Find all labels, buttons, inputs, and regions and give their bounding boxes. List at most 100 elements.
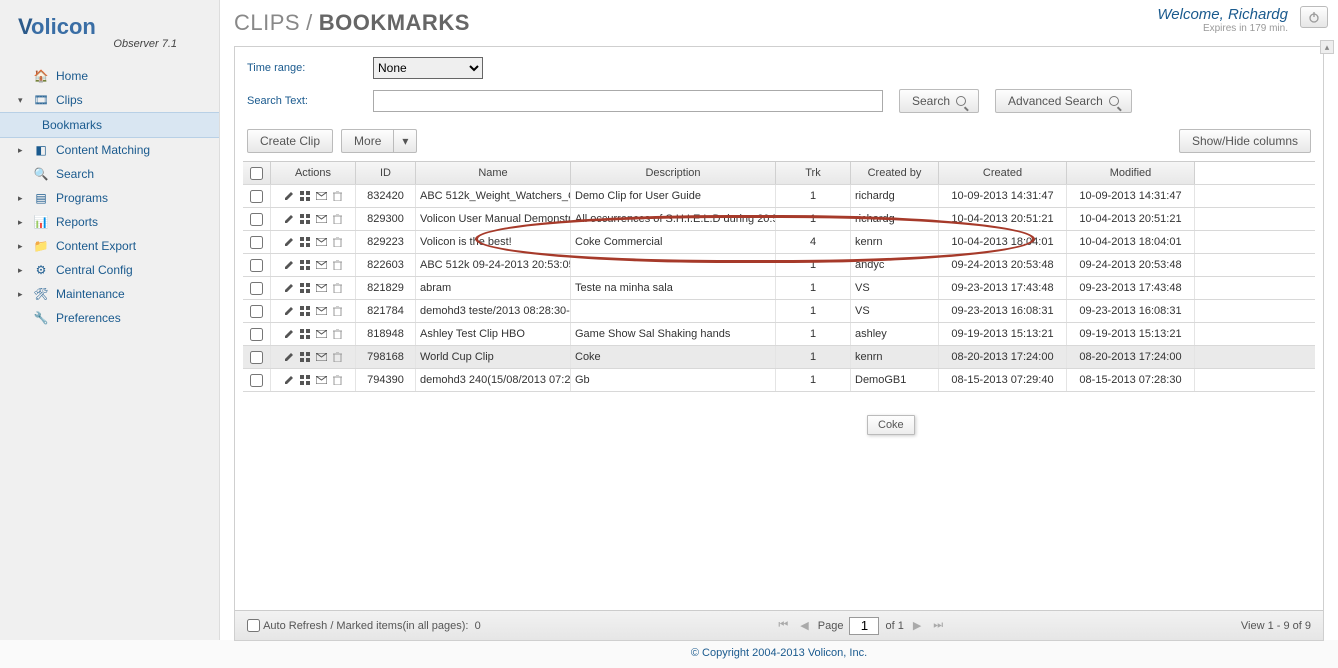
select-all-checkbox[interactable]: [250, 167, 263, 180]
time-range-select[interactable]: None: [373, 57, 483, 79]
col-modified[interactable]: Modified: [1067, 162, 1195, 184]
col-created[interactable]: Created: [939, 162, 1067, 184]
mail-icon[interactable]: [315, 374, 327, 386]
filter-bar: Time range: None Search Text: Search Adv…: [235, 47, 1323, 123]
row-created: 08-15-2013 07:29:40: [939, 369, 1067, 391]
mail-icon[interactable]: [315, 305, 327, 317]
table-row[interactable]: 829300 Volicon User Manual Demonstration…: [243, 208, 1315, 231]
row-checkbox[interactable]: [250, 351, 263, 364]
create-clip-button[interactable]: Create Clip: [247, 129, 333, 153]
sidebar-item-search[interactable]: 🔍Search: [0, 162, 219, 186]
trash-icon[interactable]: [331, 351, 343, 363]
row-checkbox[interactable]: [250, 190, 263, 203]
row-checkbox[interactable]: [250, 328, 263, 341]
grid-icon[interactable]: [299, 259, 311, 271]
table-row[interactable]: 829223 Volicon is the best! Coke Commerc…: [243, 231, 1315, 254]
grid-icon[interactable]: [299, 351, 311, 363]
prev-page-button[interactable]: ◀: [797, 619, 811, 632]
chevron-down-icon[interactable]: ▾: [393, 129, 417, 153]
mail-icon[interactable]: [315, 282, 327, 294]
search-text-input[interactable]: [373, 90, 883, 112]
trash-icon[interactable]: [331, 282, 343, 294]
sidebar-item-reports[interactable]: ▸📊Reports: [0, 210, 219, 234]
grid-icon[interactable]: [299, 282, 311, 294]
edit-icon[interactable]: [283, 351, 295, 363]
col-by[interactable]: Created by: [851, 162, 939, 184]
row-actions: [271, 231, 356, 253]
edit-icon[interactable]: [283, 259, 295, 271]
auto-refresh-checkbox[interactable]: [247, 619, 260, 632]
row-checkbox[interactable]: [250, 305, 263, 318]
edit-icon[interactable]: [283, 282, 295, 294]
edit-icon[interactable]: [283, 305, 295, 317]
search-button[interactable]: Search: [899, 89, 979, 113]
mail-icon[interactable]: [315, 328, 327, 340]
row-checkbox[interactable]: [250, 282, 263, 295]
table-row[interactable]: 821784 demohd3 teste/2013 08:28:30-1 1 V…: [243, 300, 1315, 323]
edit-icon[interactable]: [283, 374, 295, 386]
table-row[interactable]: 818948 Ashley Test Clip HBO Game Show Sa…: [243, 323, 1315, 346]
trash-icon[interactable]: [331, 305, 343, 317]
col-actions[interactable]: Actions: [271, 162, 356, 184]
trash-icon[interactable]: [331, 328, 343, 340]
show-hide-columns-button[interactable]: Show/Hide columns: [1179, 129, 1311, 153]
sidebar-item-content-export[interactable]: ▸📁Content Export: [0, 234, 219, 258]
more-button[interactable]: More ▾: [341, 129, 417, 153]
grid-icon[interactable]: [299, 305, 311, 317]
nav: 🏠Home▾🎞ClipsBookmarks▸◧Content Matching🔍…: [0, 64, 219, 330]
sidebar-item-content-matching[interactable]: ▸◧Content Matching: [0, 138, 219, 162]
sidebar-item-maintenance[interactable]: ▸🛠Maintenance: [0, 282, 219, 306]
grid-icon[interactable]: [299, 190, 311, 202]
row-checkbox[interactable]: [250, 236, 263, 249]
scroll-up-icon[interactable]: ▴: [1320, 40, 1334, 54]
scrollbar[interactable]: ▴: [1320, 40, 1336, 590]
table-row[interactable]: 821829 abram Teste na minha sala 1 VS 09…: [243, 277, 1315, 300]
row-checkbox[interactable]: [250, 259, 263, 272]
sidebar-item-preferences[interactable]: 🔧Preferences: [0, 306, 219, 330]
mail-icon[interactable]: [315, 351, 327, 363]
trash-icon[interactable]: [331, 259, 343, 271]
next-page-button[interactable]: ▶: [910, 619, 924, 632]
sidebar-item-programs[interactable]: ▸▤Programs: [0, 186, 219, 210]
table-row[interactable]: 822603 ABC 512k 09-24-2013 20:53:05 1 an…: [243, 254, 1315, 277]
grid-icon[interactable]: [299, 328, 311, 340]
trash-icon[interactable]: [331, 213, 343, 225]
trash-icon[interactable]: [331, 374, 343, 386]
row-checkbox[interactable]: [250, 374, 263, 387]
col-id[interactable]: ID: [356, 162, 416, 184]
sidebar-item-central-config[interactable]: ▸⚙Central Config: [0, 258, 219, 282]
mail-icon[interactable]: [315, 213, 327, 225]
grid-icon[interactable]: [299, 236, 311, 248]
col-name[interactable]: Name: [416, 162, 571, 184]
advanced-search-button[interactable]: Advanced Search: [995, 89, 1132, 113]
row-trk: 1: [776, 277, 851, 299]
edit-icon[interactable]: [283, 213, 295, 225]
mail-icon[interactable]: [315, 190, 327, 202]
trash-icon[interactable]: [331, 190, 343, 202]
edit-icon[interactable]: [283, 236, 295, 248]
row-desc: Demo Clip for User Guide: [571, 185, 776, 207]
edit-icon[interactable]: [283, 190, 295, 202]
first-page-button[interactable]: ⏮: [775, 619, 791, 632]
mail-icon[interactable]: [315, 236, 327, 248]
row-checkbox[interactable]: [250, 213, 263, 226]
col-trk[interactable]: Trk: [776, 162, 851, 184]
row-desc: [571, 254, 776, 276]
table-row[interactable]: 832420 ABC 512k_Weight_Watchers_Commerci…: [243, 185, 1315, 208]
row-name: ABC 512k_Weight_Watchers_Commercial: [416, 185, 571, 207]
sidebar-item-home[interactable]: 🏠Home: [0, 64, 219, 88]
power-button[interactable]: [1300, 6, 1328, 28]
sidebar-item-clips[interactable]: ▾🎞Clips: [0, 88, 219, 112]
last-page-button[interactable]: ⏭: [930, 619, 946, 632]
sidebar-item-bookmarks[interactable]: Bookmarks: [0, 112, 219, 138]
edit-icon[interactable]: [283, 328, 295, 340]
col-desc[interactable]: Description: [571, 162, 776, 184]
table-row[interactable]: 798168 World Cup Clip Coke 1 kenrn 08-20…: [243, 346, 1315, 369]
grid-icon[interactable]: [299, 374, 311, 386]
mail-icon[interactable]: [315, 259, 327, 271]
trash-icon[interactable]: [331, 236, 343, 248]
table-row[interactable]: 794390 demohd3 240(15/08/2013 07:28 Gb 1…: [243, 369, 1315, 392]
grid-icon[interactable]: [299, 213, 311, 225]
row-by: kenrn: [851, 346, 939, 368]
page-input[interactable]: [849, 617, 879, 635]
